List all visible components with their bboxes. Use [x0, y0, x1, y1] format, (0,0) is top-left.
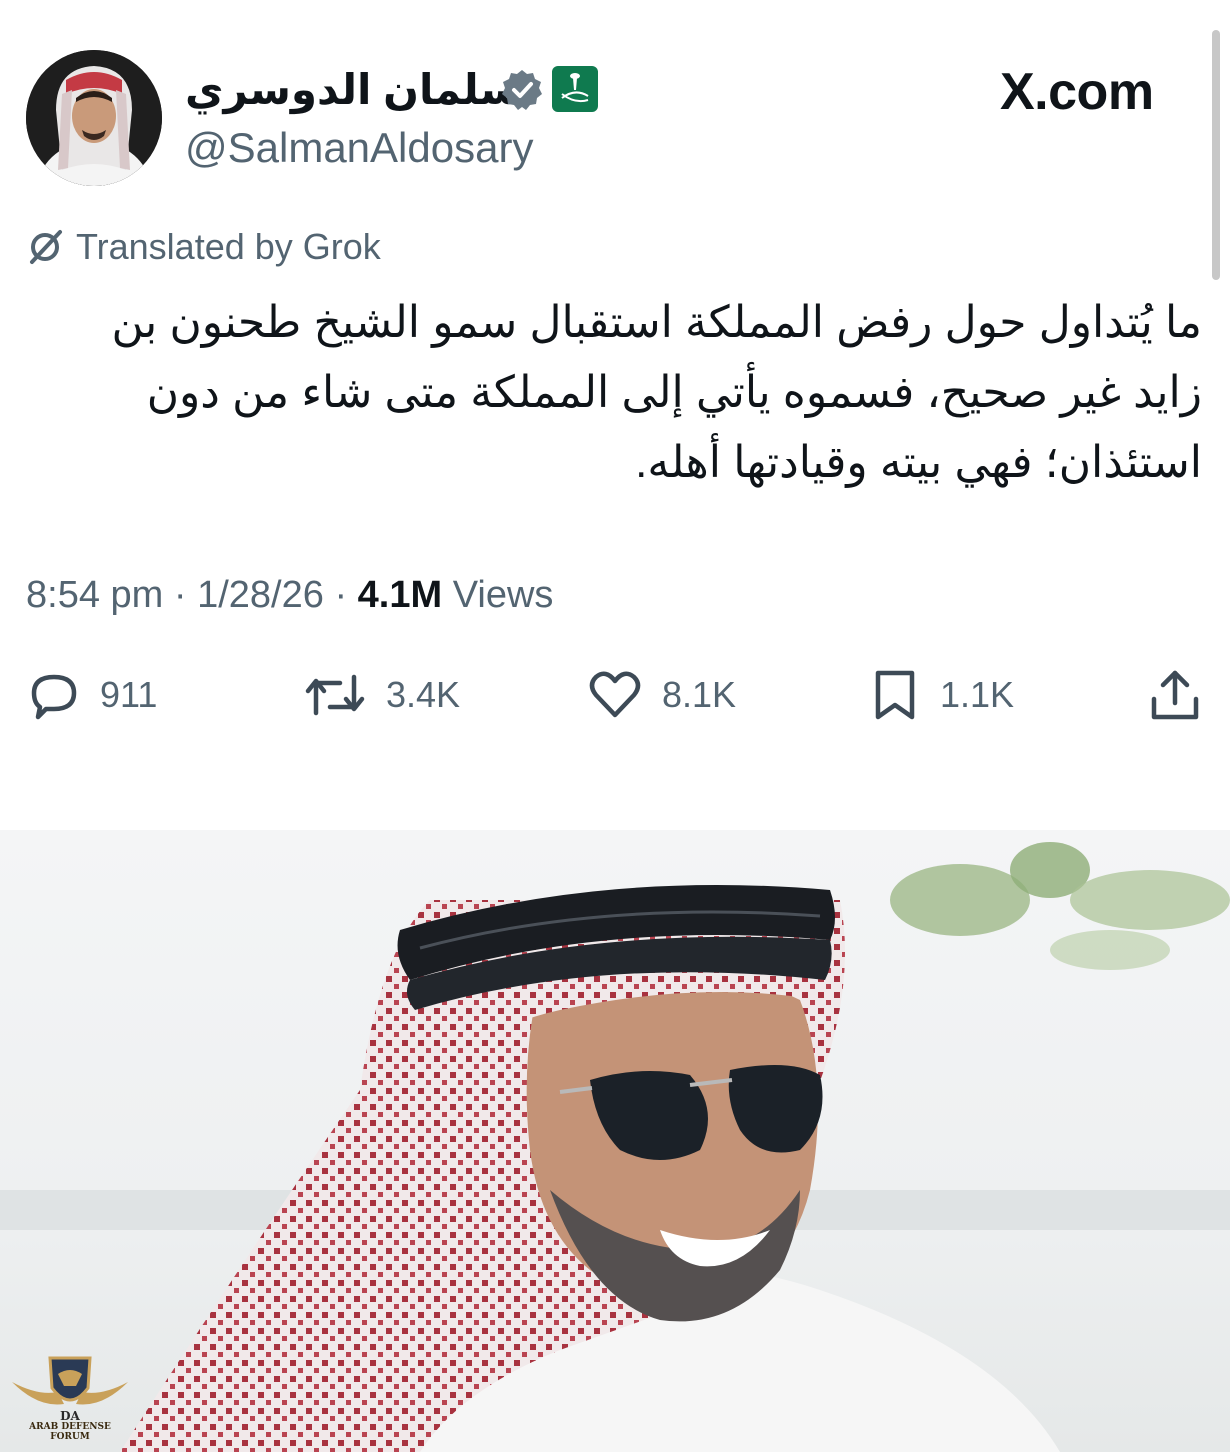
scrollbar[interactable] [1212, 30, 1220, 280]
like-count: 8.1K [662, 674, 737, 715]
reply-count: 911 [100, 674, 158, 715]
forum-logo-icon: DA [12, 1356, 128, 1423]
tweet-photo[interactable] [0, 830, 1230, 1452]
repost-button[interactable]: 3.4K [302, 660, 460, 730]
verified-badge-icon [502, 70, 542, 110]
bookmark-count: 1.1K [940, 674, 1015, 715]
views-count: 4.1M [357, 574, 443, 616]
avatar[interactable] [26, 50, 162, 186]
translated-label: Translated by Grok [76, 226, 381, 267]
portrait-image [0, 830, 1230, 1452]
user-handle[interactable]: @SalmanAldosary [185, 122, 533, 174]
forum-watermark: DA ARAB DEFENSE FORUM [8, 1352, 132, 1448]
meta-separator: · [334, 574, 348, 616]
logo-letters: DA [60, 1409, 80, 1423]
reply-button[interactable]: 911 [26, 660, 157, 730]
share-button[interactable] [1146, 660, 1204, 730]
site-logo: X.com [1000, 63, 1154, 121]
grok-icon [30, 230, 62, 264]
display-name[interactable]: سلمان الدوسري [185, 62, 521, 118]
heart-icon [589, 671, 641, 718]
repost-count: 3.4K [386, 674, 461, 715]
action-bar: 911 3.4K 8.1K 1.1K [0, 660, 1230, 730]
tweet-text: ما يُتداول حول رفض المملكة استقبال سمو ا… [111, 298, 1202, 487]
tweet-time[interactable]: 8:54 pm [26, 574, 163, 616]
bookmark-button[interactable]: 1.1K [868, 660, 1014, 730]
watermark-text: ARAB DEFENSE FORUM [29, 1422, 111, 1442]
reply-icon [31, 674, 77, 720]
like-button[interactable]: 8.1K [586, 660, 736, 730]
views-label: Views [452, 574, 554, 616]
meta-separator: · [173, 574, 187, 616]
tweet-meta: 8:54 pm · 1/28/26 · 4.1M Views [26, 570, 553, 620]
translated-by-grok[interactable]: Translated by Grok [26, 224, 381, 270]
tweet-date[interactable]: 1/28/26 [197, 574, 324, 616]
bookmark-icon [875, 670, 915, 720]
saudi-emblem-icon [552, 66, 598, 112]
share-icon [1151, 670, 1199, 720]
avatar-photo [26, 50, 162, 186]
repost-icon [305, 674, 365, 716]
